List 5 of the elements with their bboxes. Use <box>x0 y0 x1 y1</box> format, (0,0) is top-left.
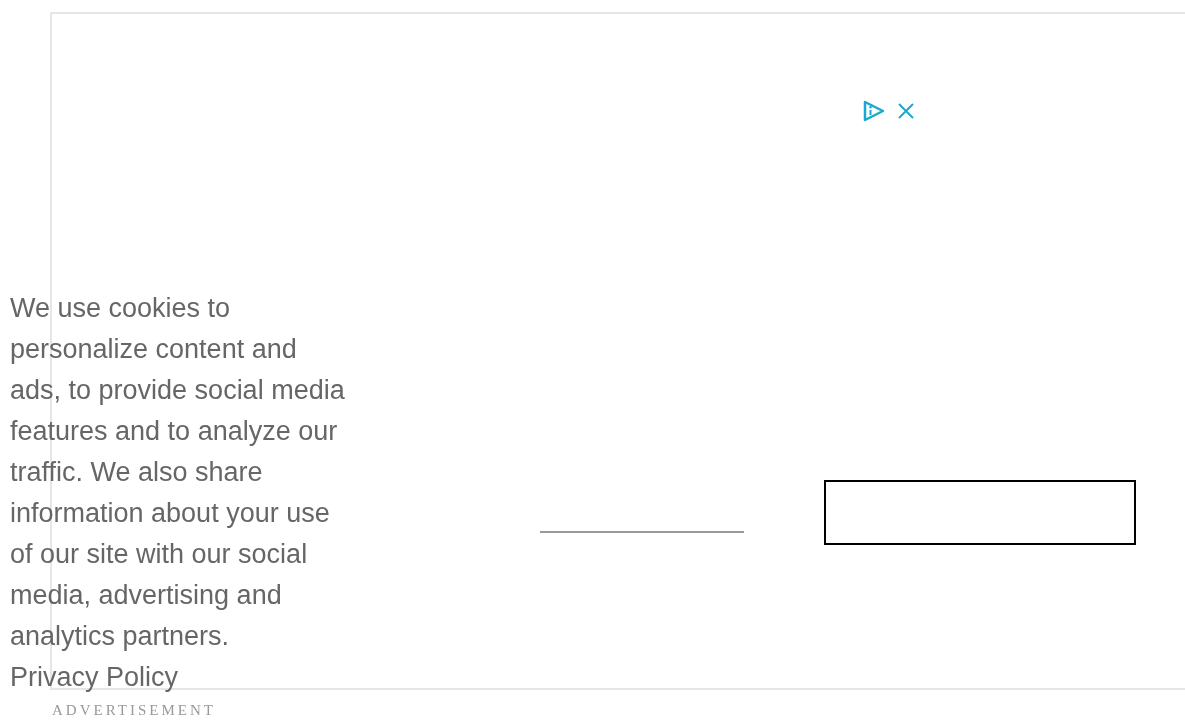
advertisement-label: ADVERTISEMENT <box>52 702 216 719</box>
play-info-icon[interactable] <box>862 99 886 123</box>
cookie-notice: We use cookies to personalize content and ads, to provide social media features and to analyze our traffic. We also share information about your use of our site with our social media, advertising and analytics partners. Privacy Policy <box>10 292 346 694</box>
close-icon[interactable] <box>896 101 916 121</box>
privacy-policy-link[interactable]: Privacy Policy <box>10 662 179 692</box>
